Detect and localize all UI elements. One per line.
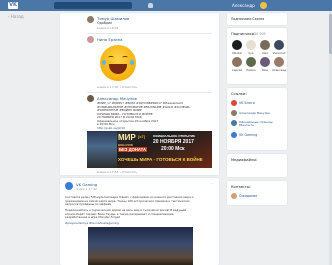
laughing-emoji-sticker [100, 45, 136, 81]
link-avatar[interactable] [231, 100, 237, 106]
subscribe-card[interactable]: Подписчики Сергея [227, 13, 287, 25]
friend-name[interactable]: Рахим [244, 68, 258, 72]
post-text: запросов пройдены по мафиям. [65, 202, 113, 206]
post-text: разработанная в игре Monster Forged [65, 215, 121, 219]
media-title[interactable]: Медиафайлы [231, 158, 256, 162]
user-name[interactable]: Александр [232, 2, 255, 9]
media-block: Медиафайлы 0 [227, 154, 287, 177]
comment-meta: вчера в 17:56 • Ответить [97, 170, 138, 174]
links-count: 4 [245, 92, 248, 96]
contacts-title[interactable]: Контакты [231, 185, 250, 189]
emoji-tear [102, 60, 106, 65]
back-label: Назад [10, 14, 24, 19]
emoji-tear [130, 60, 134, 65]
divider [87, 92, 212, 93]
comment-text: Одобрил [97, 21, 113, 25]
comment-meta: вчера в 16:32 [97, 26, 119, 30]
ad-banner-image[interactable]: МИР [x7] HIGH FIVE БЕЗ ДОНАТА ОФИЦИАЛЬНО… [87, 131, 212, 168]
back-link[interactable]: ‹ Назад [8, 14, 24, 19]
emoji-eye [122, 56, 128, 59]
more-icon[interactable]: ⋯ [210, 181, 214, 186]
banner-title-sub: [x7] [138, 134, 146, 139]
author-avatar[interactable] [87, 95, 94, 102]
friend-avatar[interactable] [232, 40, 242, 50]
friend-avatar[interactable] [246, 57, 256, 67]
emoji-mouth [109, 64, 127, 74]
friend-name[interactable]: Ilya [244, 51, 258, 55]
friend-avatar[interactable] [232, 57, 242, 67]
friend-name[interactable]: Александр [272, 68, 286, 72]
banner-right-line: 20 НОЯБРЯ 2017 [153, 139, 194, 145]
contacts-count: 1 [249, 185, 252, 189]
links-block: Ссылки 4 VK Блоги Александр Вакулин Офиц… [227, 88, 287, 150]
vk-logo-icon[interactable]: VK [8, 2, 18, 9]
friend-name[interactable]: Alex [258, 51, 272, 55]
post-date: 3 дек в 17:42 [76, 187, 97, 191]
friends-count: 188 909 [252, 32, 266, 36]
banner-tag: БЕЗ ДОНАТА [118, 147, 147, 152]
friend-name[interactable]: Ravi [258, 68, 272, 72]
link-item[interactable]: VK Gaming [239, 133, 257, 137]
author-avatar[interactable] [87, 36, 94, 43]
links-title[interactable]: Ссылки [231, 92, 245, 96]
contact-item[interactable]: Ожидание [239, 194, 257, 198]
banner-slogan: ХОЧЕШЬ МИРА - ГОТОВЬСЯ К ВОЙНЕ [118, 157, 203, 162]
search-input[interactable] [54, 2, 132, 9]
banner-right-line: ОФИЦИАЛЬНОЕ ОТКРЫТИЕ [153, 134, 196, 138]
link-avatar[interactable] [231, 120, 237, 126]
comment-link[interactable]: http://publ.ua/pl/10 [97, 126, 125, 130]
link-item[interactable]: Александр Вакулин [239, 111, 270, 115]
friend-avatar[interactable] [274, 57, 284, 67]
comment-author[interactable]: Нина Ерзина [97, 37, 122, 42]
divider [87, 33, 212, 34]
subscribe-card-text: Подписчики Сергея [231, 17, 265, 21]
friend-name[interactable]: Vsevolod [272, 51, 286, 55]
banner-right-line: 20:00 Мск [161, 146, 185, 152]
post-image[interactable] [88, 227, 193, 265]
friend-avatar[interactable] [246, 40, 256, 50]
comment-meta: вчера в 17:30 • Ответить [97, 85, 138, 89]
contacts-block: Контакты 1 Ожидание [227, 181, 287, 205]
top-bar: VK Александр [0, 0, 332, 11]
friend-name[interactable]: Nikolai [230, 51, 244, 55]
post-card: VK Gaming 3 дек в 17:42 ⋯ Состоялся рели… [60, 178, 219, 265]
contact-avatar[interactable] [231, 193, 237, 199]
comments-card: Тимур Шамилов Одобрил вчера в 16:32 Нина… [60, 13, 219, 175]
banner-title: МИР [118, 133, 136, 142]
banner-photo [87, 131, 117, 168]
media-count: 0 [255, 158, 258, 162]
post-hashtags[interactable]: #playeredamiya #tennisfeuillegaming [65, 221, 119, 225]
author-avatar[interactable] [87, 16, 94, 23]
friend-name[interactable]: Сергей [230, 68, 244, 72]
link-item[interactable]: Официальные страницы ВКонтакте [239, 121, 283, 127]
link-avatar[interactable] [231, 110, 237, 116]
friends-title[interactable]: Подписчики [231, 32, 254, 36]
link-avatar[interactable] [231, 132, 237, 138]
link-item[interactable]: VK Блоги [239, 101, 255, 105]
emoji-eye [108, 56, 114, 59]
friend-avatar[interactable] [274, 40, 284, 50]
friend-avatar[interactable] [260, 57, 270, 67]
friend-avatar[interactable] [260, 40, 270, 50]
friends-block: Подписчики 188 909 Nikolai Ilya Alex Vse… [227, 28, 287, 84]
user-avatar[interactable] [260, 2, 267, 9]
group-avatar[interactable] [65, 182, 73, 190]
notifications-bell-icon[interactable] [148, 3, 153, 8]
